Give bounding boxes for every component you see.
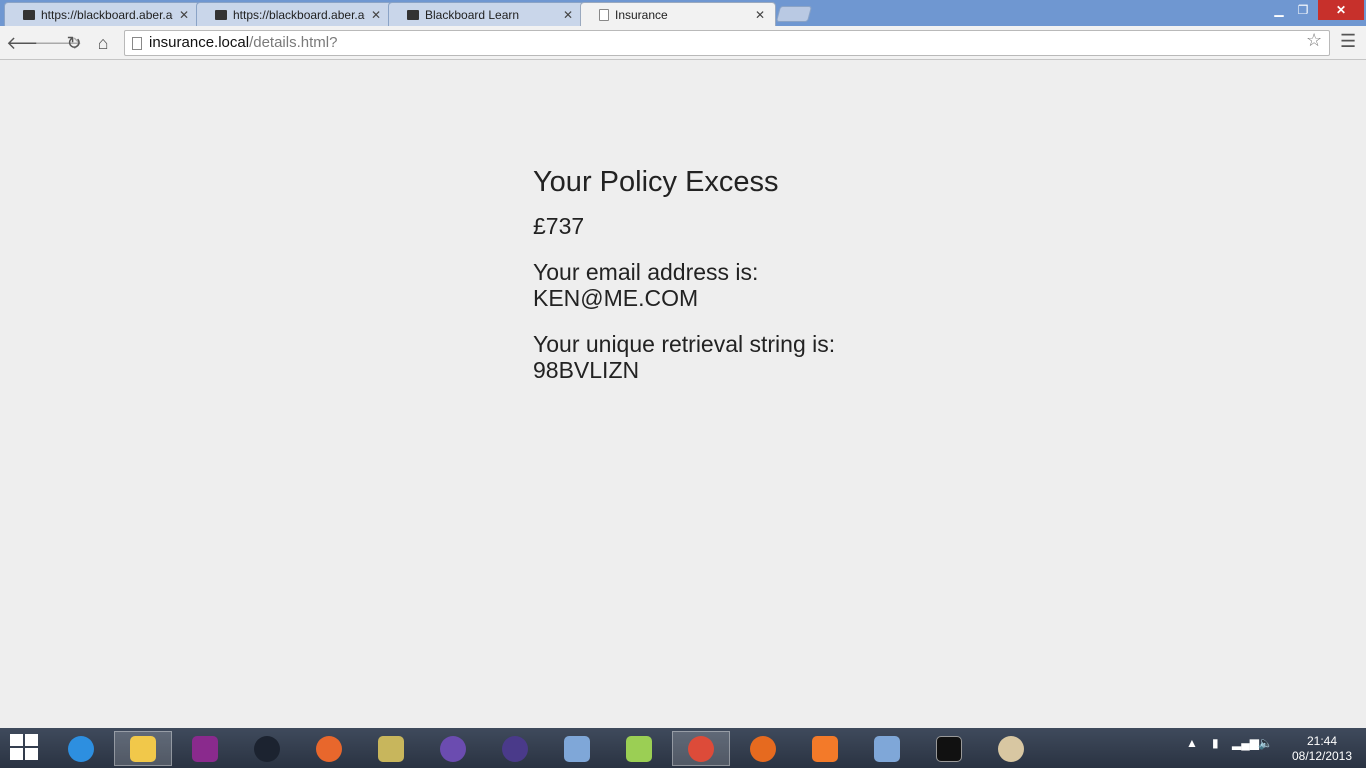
window-close-button[interactable]: ✕ [1318, 0, 1364, 20]
close-icon[interactable]: ✕ [177, 8, 191, 22]
home-icon[interactable]: ⌂ [92, 32, 114, 54]
chrome-icon[interactable] [672, 731, 730, 766]
minimize-button[interactable]: ▁ [1268, 0, 1290, 20]
back-arrow-icon[interactable]: 🡐 [6, 32, 54, 54]
blackboard-favicon-icon [407, 9, 419, 20]
file-explorer-icon[interactable] [114, 731, 172, 766]
battery-icon[interactable]: ▮ [1212, 736, 1219, 750]
paint-icon[interactable] [982, 731, 1040, 766]
tools-icon[interactable] [362, 731, 420, 766]
show-hidden-icons-icon[interactable]: ▲ [1186, 736, 1198, 750]
eclipse-icon[interactable] [486, 731, 544, 766]
steam-icon[interactable] [238, 731, 296, 766]
policy-excess-value: £737 [533, 213, 585, 239]
url-path: /details.html? [249, 34, 338, 51]
page-title: Your Policy Excess [533, 166, 779, 198]
menu-icon[interactable]: ☰ [1340, 31, 1356, 52]
network-signal-icon[interactable]: ▂▄▆ [1232, 736, 1259, 750]
virtualbox-icon[interactable] [548, 731, 606, 766]
browser-titlebar: https://blackboard.aber.ac ✕ https://bla… [0, 0, 1366, 27]
tab-label: Insurance [615, 8, 668, 22]
windows-taskbar: ▲ ▮ ▂▄▆ 🔈 [0, 728, 1366, 768]
volume-icon[interactable]: 🔈 [1258, 736, 1273, 750]
tab-label: https://blackboard.aber.ac [41, 7, 173, 22]
clock-time: 21:44 [1306, 734, 1338, 748]
retrieval-string-text: Your unique retrieval string is: 98BVLIZ… [533, 331, 836, 383]
notepad-plus-plus-icon[interactable] [610, 731, 668, 766]
command-prompt-icon[interactable] [920, 731, 978, 766]
reload-icon[interactable]: ↻ [63, 32, 85, 54]
tab-insurance[interactable]: Insurance ✕ [580, 2, 776, 27]
tab-label: https://blackboard.aber.ac [233, 7, 365, 22]
policy-details: Your Policy Excess £737 Your email addre… [533, 150, 853, 403]
firefox-icon[interactable] [734, 731, 792, 766]
address-bar[interactable]: insurance.local/details.html? [124, 30, 1330, 56]
origin-icon[interactable] [300, 731, 358, 766]
close-icon[interactable]: ✕ [561, 8, 575, 22]
windows-start-icon[interactable] [10, 734, 40, 762]
tab-blackboard-1[interactable]: https://blackboard.aber.ac ✕ [4, 2, 200, 26]
page-favicon-icon [599, 9, 609, 21]
email-address-text: Your email address is: KEN@ME.COM [533, 259, 759, 311]
virtualbox-icon-2[interactable] [858, 731, 916, 766]
clock-date: 08/12/2013 [1291, 749, 1353, 763]
tab-label: Blackboard Learn [425, 7, 520, 22]
visual-studio-icon[interactable] [424, 731, 482, 766]
tab-blackboard-2[interactable]: https://blackboard.aber.ac ✕ [196, 2, 392, 26]
url-host: insurance.local [149, 34, 250, 51]
tab-blackboard-learn[interactable]: Blackboard Learn ✕ [388, 2, 584, 26]
forward-arrow-icon[interactable]: 🡒 [34, 32, 82, 54]
close-icon[interactable]: ✕ [369, 8, 383, 22]
onenote-icon[interactable] [176, 731, 234, 766]
blackboard-favicon-icon [215, 9, 227, 20]
new-tab-button[interactable] [775, 6, 813, 22]
blackboard-favicon-icon [23, 9, 35, 20]
close-icon[interactable]: ✕ [753, 8, 767, 22]
xampp-icon[interactable] [796, 731, 854, 766]
taskbar-clock[interactable]: 21:44 08/12/2013 [1290, 734, 1354, 764]
internet-explorer-icon[interactable] [52, 731, 110, 766]
bookmark-star-icon[interactable]: ☆ [1306, 30, 1322, 51]
browser-toolbar: 🡐 🡒 ↻ ⌂ insurance.local/details.html? [0, 26, 1366, 60]
maximize-button[interactable]: ❐ [1292, 0, 1314, 20]
page-icon [132, 37, 142, 50]
